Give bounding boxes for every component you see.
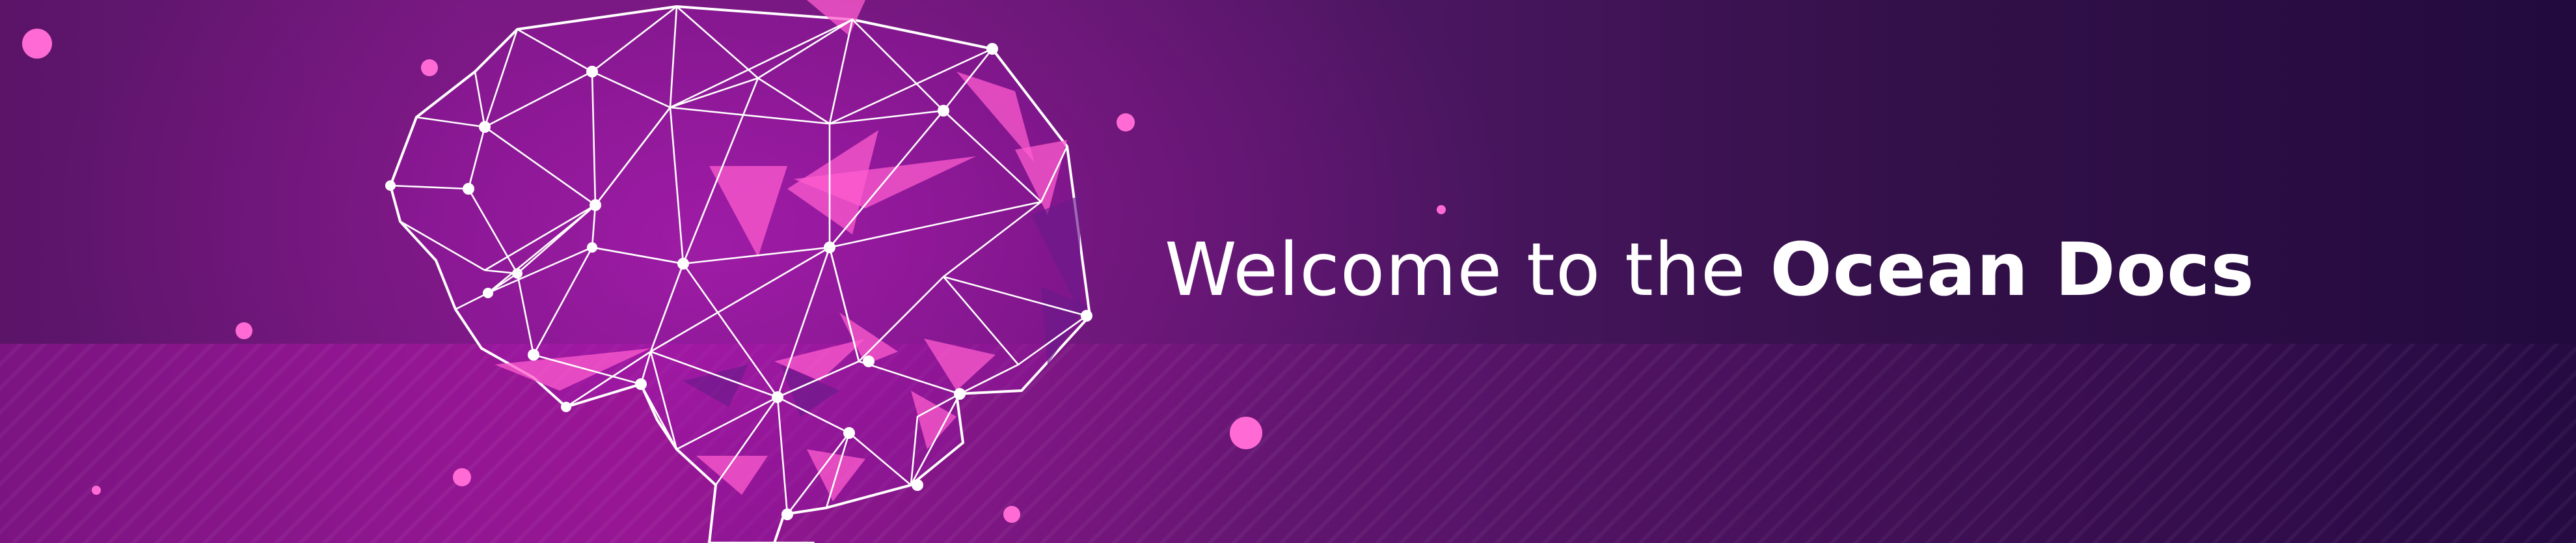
brain-icon [385, 0, 1092, 543]
hero-banner: Welcome to the Ocean Docs [0, 0, 2576, 543]
welcome-heading: Welcome to the Ocean Docs [1165, 221, 2255, 319]
heading-prefix: Welcome to the [1165, 228, 1746, 313]
heading-brand: Ocean Docs [1770, 228, 2255, 313]
